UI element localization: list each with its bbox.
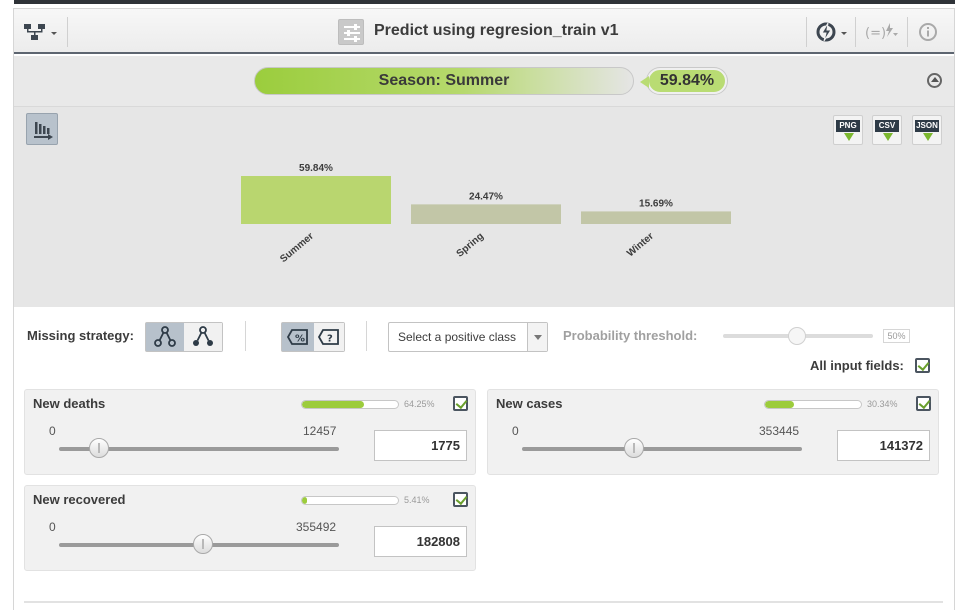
importance-bar — [301, 400, 399, 409]
importance-fill — [302, 497, 308, 504]
last-prediction-strategy-icon[interactable] — [146, 323, 184, 351]
formula-lightning-icon[interactable]: (=) — [865, 22, 899, 47]
positive-class-placeholder: Select a positive class — [398, 330, 517, 344]
all-input-fields-label: All input fields: — [810, 358, 904, 373]
chart-bar-spring[interactable] — [411, 204, 561, 224]
slider-max: 12457 — [303, 424, 337, 438]
missing-strategy-toggle — [145, 322, 223, 352]
importance-bar — [764, 400, 862, 409]
importance-bar — [301, 496, 399, 505]
prediction-icon — [338, 19, 364, 45]
top-edge — [14, 0, 955, 4]
field-value-input[interactable]: 1775 — [374, 430, 467, 461]
svg-text:(=): (=) — [865, 26, 886, 41]
field-value-input[interactable]: 141372 — [837, 430, 930, 461]
chart-category-label: Spring — [455, 231, 486, 260]
field-value-input[interactable]: 182808 — [374, 526, 467, 557]
chart-bar-summer[interactable] — [241, 176, 391, 224]
importance-fill — [765, 401, 795, 408]
probability-threshold-value: 50% — [883, 329, 910, 343]
chart-bar-winter[interactable] — [581, 211, 731, 224]
svg-text:?: ? — [327, 334, 333, 345]
field-include-checkbox[interactable] — [453, 396, 468, 411]
importance-value: 5.41% — [404, 495, 430, 505]
missing-strategy-label: Missing strategy: — [27, 328, 134, 343]
chevron-down-icon — [527, 323, 547, 351]
header-separator — [907, 17, 908, 47]
all-input-fields-checkbox[interactable] — [915, 358, 930, 373]
probability-chart-area: PNG CSV JSON 59.84% Summer 24.47% Spring 15.… — [14, 106, 954, 307]
value-slider-handle[interactable] — [192, 534, 213, 554]
field-card-new-deaths: New deaths 64.25% 0 12457 1775 — [24, 389, 476, 475]
field-card-new-recovered: New recovered 5.41% 0 355492 182808 — [24, 485, 476, 571]
importance-fill — [302, 401, 364, 408]
field-name: New cases — [496, 396, 563, 411]
positive-class-select[interactable]: Select a positive class — [388, 322, 548, 352]
operating-kind-toggle: % ? — [281, 322, 345, 352]
page-title: Predict using regresion_train v1 — [374, 22, 619, 39]
probability-threshold-handle[interactable] — [788, 327, 806, 345]
chart-category-label: Winter — [625, 231, 656, 259]
panel-header: Predict using regresion_train v1 (=) — [14, 9, 954, 54]
field-include-checkbox[interactable] — [453, 492, 468, 507]
collapse-up-icon[interactable] — [927, 73, 942, 88]
value-slider-track[interactable] — [522, 447, 802, 451]
controls-separator — [366, 321, 367, 351]
chart-data-label: 59.84% — [299, 163, 333, 174]
slider-max: 355492 — [296, 520, 337, 534]
field-name: New recovered — [33, 492, 126, 507]
proportional-strategy-icon[interactable] — [184, 323, 222, 351]
header-separator — [806, 17, 807, 47]
importance-value: 64.25% — [404, 399, 435, 409]
field-include-checkbox[interactable] — [916, 396, 931, 411]
confidence-badge: 59.84% — [640, 68, 727, 94]
value-slider-handle[interactable] — [88, 438, 109, 458]
slider-min: 0 — [512, 424, 519, 438]
slider-min: 0 — [49, 520, 56, 534]
confidence-mode-icon[interactable]: ? — [314, 323, 344, 351]
info-icon[interactable] — [918, 22, 938, 47]
importance-value: 30.34% — [867, 399, 898, 409]
controls-separator — [245, 321, 246, 351]
field-name: New deaths — [33, 396, 106, 411]
chart-data-label: 24.47% — [469, 191, 503, 202]
slider-min: 0 — [49, 424, 56, 438]
chart-category-label: Summer — [278, 231, 316, 265]
prediction-summary: Season: Summer 59.84% — [14, 56, 954, 106]
header-separator — [855, 17, 856, 47]
field-card-new-cases: New cases 30.34% 0 353445 141372 — [487, 389, 939, 475]
power-lightning-icon[interactable] — [816, 22, 850, 47]
value-slider-handle[interactable] — [624, 438, 644, 458]
bottom-divider — [24, 601, 943, 603]
predicted-class-pill: Season: Summer — [254, 67, 634, 95]
header-separator — [67, 17, 68, 47]
slider-max: 353445 — [759, 424, 800, 438]
input-controls: Missing strategy: % ? Select a positive … — [14, 307, 954, 610]
model-tree-icon[interactable] — [24, 23, 60, 41]
svg-text:%: % — [295, 334, 305, 345]
chart-data-label: 15.69% — [639, 198, 673, 209]
probability-mode-icon[interactable]: % — [282, 323, 314, 351]
probability-bar-chart: 59.84% Summer 24.47% Spring 15.69% Winter — [241, 163, 731, 265]
probability-threshold-label: Probability threshold: — [563, 328, 698, 343]
